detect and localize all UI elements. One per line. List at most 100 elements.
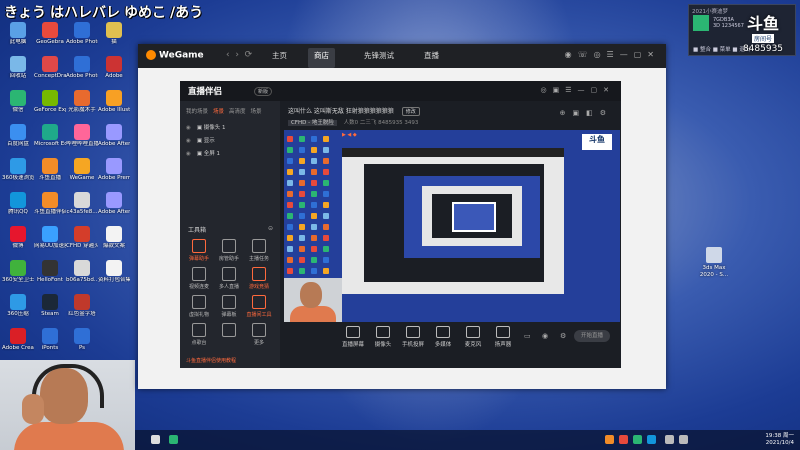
scene-tab[interactable]: 我的场景 (186, 109, 208, 115)
desktop-icon[interactable]: Steam (34, 294, 66, 317)
zbp-version-badge[interactable]: 新版 (254, 87, 273, 96)
wegame-nav-tab[interactable]: 主页 (266, 48, 293, 68)
edit-title-button[interactable]: 修改 (401, 107, 420, 116)
desktop-icon[interactable]: HelloFont (34, 260, 66, 283)
toolbox-tool[interactable]: 弹幕助手 (186, 239, 212, 262)
tray-douyu-icon[interactable] (605, 435, 614, 444)
desktop-icon[interactable]: Adobe Photosh... (66, 56, 98, 79)
desktop-icon[interactable]: 斗鱼直播伴侣 (34, 192, 66, 215)
desktop-icon[interactable]: 360极速浏览器 (2, 158, 34, 181)
desktop-icon[interactable]: 微博 (2, 226, 34, 249)
scene-tab[interactable]: 高清度 (229, 109, 246, 115)
toolbox-tool[interactable]: 主播任务 (246, 239, 272, 262)
desktop-icon[interactable]: b06a75bd... (66, 260, 98, 283)
source-button[interactable]: 摄像头 (368, 326, 398, 348)
toolbox-settings-icon[interactable]: ⊝ (268, 225, 273, 232)
desktop-icon[interactable]: 腾讯QQ (2, 192, 34, 215)
toolbox-tool[interactable]: 房管助手 (216, 239, 242, 262)
source-button[interactable]: 扬声器 (488, 326, 518, 348)
eye-icon[interactable]: ◉ (542, 332, 548, 340)
toolbox-tool[interactable]: 视频连麦 (186, 267, 212, 290)
source-button[interactable]: 直播屏幕 (338, 326, 368, 348)
desktop-icon[interactable]: ConceptDraw 光影精灵 (34, 56, 66, 79)
desktop-icon[interactable]: 网易UU加速器 (34, 226, 66, 249)
tray-qq-icon[interactable] (647, 435, 656, 444)
scene-item[interactable]: ◉ ▣ 摄像头 1 (186, 123, 226, 131)
desktop-icon[interactable]: 资料打包合集 (98, 260, 130, 283)
desktop-icon[interactable]: 斗鱼直播 (34, 158, 66, 181)
visibility-eye-icon[interactable]: ◉ (186, 125, 191, 131)
desktop-icon[interactable]: iPonts (34, 328, 66, 351)
desktop-icon[interactable]: 微信 (2, 90, 34, 113)
header-tool-icons[interactable]: ⊕▣◧⚙ (560, 109, 613, 117)
desktop-icon-3dsmax[interactable]: 3ds Max 2020 - S... (697, 247, 731, 278)
desktop-icon[interactable]: 红色金字塔 (66, 294, 98, 317)
toolbox-tool[interactable]: 虚拟礼物 (186, 295, 212, 318)
toolbox-tool[interactable]: 多人直播 (216, 267, 242, 290)
desktop-icon[interactable]: c43a5fe8... (66, 192, 98, 215)
preview-desktop-icon (323, 147, 329, 153)
desktop-icon[interactable]: 百度网盘 (2, 124, 34, 147)
scene-item[interactable]: ◉ ▣ 显示 (186, 136, 215, 144)
tray-app-icon[interactable] (619, 435, 628, 444)
desktop-icon[interactable]: 哔哩哔哩直播 (66, 124, 98, 147)
desktop-icon[interactable]: Adobe After Effects 2020 (98, 192, 130, 215)
category-tag[interactable]: CFHD - 地王脱险 (288, 120, 337, 126)
visibility-eye-icon[interactable]: ◉ (186, 138, 191, 144)
toolbox-tool[interactable]: 更多 (246, 323, 272, 346)
tray-wechat-icon[interactable] (633, 435, 642, 444)
nav-arrows[interactable]: ‹ › ⟳ (226, 50, 252, 60)
desktop-icon[interactable]: 光影魔术手 (66, 90, 98, 113)
stream-preview[interactable]: ▶ ◀ ◆ 斗鱼 (284, 130, 620, 322)
toolbox-tool[interactable]: 点歌台 (186, 323, 212, 346)
desktop-icon[interactable] (98, 328, 130, 345)
wegame-nav-tab[interactable]: 商店 (308, 48, 335, 68)
tool-icon (252, 295, 266, 309)
desktop-icon[interactable]: WeGame (66, 158, 98, 181)
wegame-logo[interactable]: WeGame (146, 50, 204, 61)
desktop-icon[interactable]: 回收站 (2, 56, 34, 79)
source-button[interactable]: 多媒体 (428, 326, 458, 348)
desktop-icon[interactable]: Adobe Creati... (2, 328, 34, 351)
desktop-icon[interactable]: 猫 (98, 22, 130, 45)
desktop-icon[interactable]: GeForce Experience (34, 90, 66, 113)
start-live-button[interactable]: 开始直播 (574, 330, 610, 342)
desktop-icon[interactable]: Adobe Premiere (98, 158, 130, 181)
scene-item[interactable]: ◉ ▣ 全屏 1 (186, 149, 220, 157)
desktop-icon[interactable]: Adobe After... (98, 124, 130, 147)
desktop-icon[interactable]: Adobe (98, 56, 130, 79)
wegame-nav-tab[interactable]: 直播 (418, 48, 445, 68)
toolbox-tool[interactable]: 直播间工具 (246, 295, 272, 318)
clock-time: 19:38 周一 (765, 433, 794, 439)
start-icon[interactable] (151, 435, 160, 444)
wechat-taskbar-icon[interactable] (169, 435, 178, 444)
source-button[interactable]: 手机投屏 (398, 326, 428, 348)
desktop-icon[interactable]: Adobe Illustr... (98, 90, 130, 113)
toolbox-tool[interactable]: 弹幕板 (216, 295, 242, 318)
zbp-window-controls[interactable]: ◎▣☰—▢✕ (541, 86, 615, 94)
desktop-icon[interactable] (98, 294, 130, 311)
desktop-icon[interactable]: 360压缩 (2, 294, 34, 317)
camera-toggle-icon[interactable]: ▭ (524, 332, 531, 340)
source-button[interactable]: 麦克风 (458, 326, 488, 348)
toolbox-tool[interactable] (216, 323, 242, 339)
desktop-icon[interactable]: Microsoft Edge (34, 124, 66, 147)
desktop-icon[interactable]: CFHD 穿越火线 (66, 226, 98, 249)
desktop-icon[interactable]: 爆款文案 (98, 226, 130, 249)
wegame-window-controls[interactable]: ◉☏◎☰—▢✕ (565, 50, 660, 59)
scene-tab[interactable]: 场景 (213, 109, 224, 115)
tray-network-icon[interactable] (665, 435, 674, 444)
desktop-icon[interactable]: GeoGebra (34, 22, 66, 45)
visibility-eye-icon[interactable]: ◉ (186, 151, 191, 157)
desktop-icon[interactable]: Adobe Photosh... (66, 22, 98, 45)
tutorial-link[interactable]: 斗鱼直播伴侣使用教程 (186, 357, 236, 364)
desktop-icon[interactable]: 360安全卫士 (2, 260, 34, 283)
wegame-nav-tab[interactable]: 先锋测试 (358, 48, 400, 68)
scene-tab[interactable]: 场景 (251, 109, 262, 115)
desktop-icon[interactable]: Ps (66, 328, 98, 351)
settings-icon[interactable]: ⚙ (560, 332, 566, 340)
toolbox-tool[interactable]: 游戏竞猜 (246, 267, 272, 290)
taskbar-clock[interactable]: 19:38 周一 2021/10/4 (765, 433, 794, 447)
desktop-icon[interactable]: 此电脑 (2, 22, 34, 45)
tray-volume-icon[interactable] (679, 435, 688, 444)
